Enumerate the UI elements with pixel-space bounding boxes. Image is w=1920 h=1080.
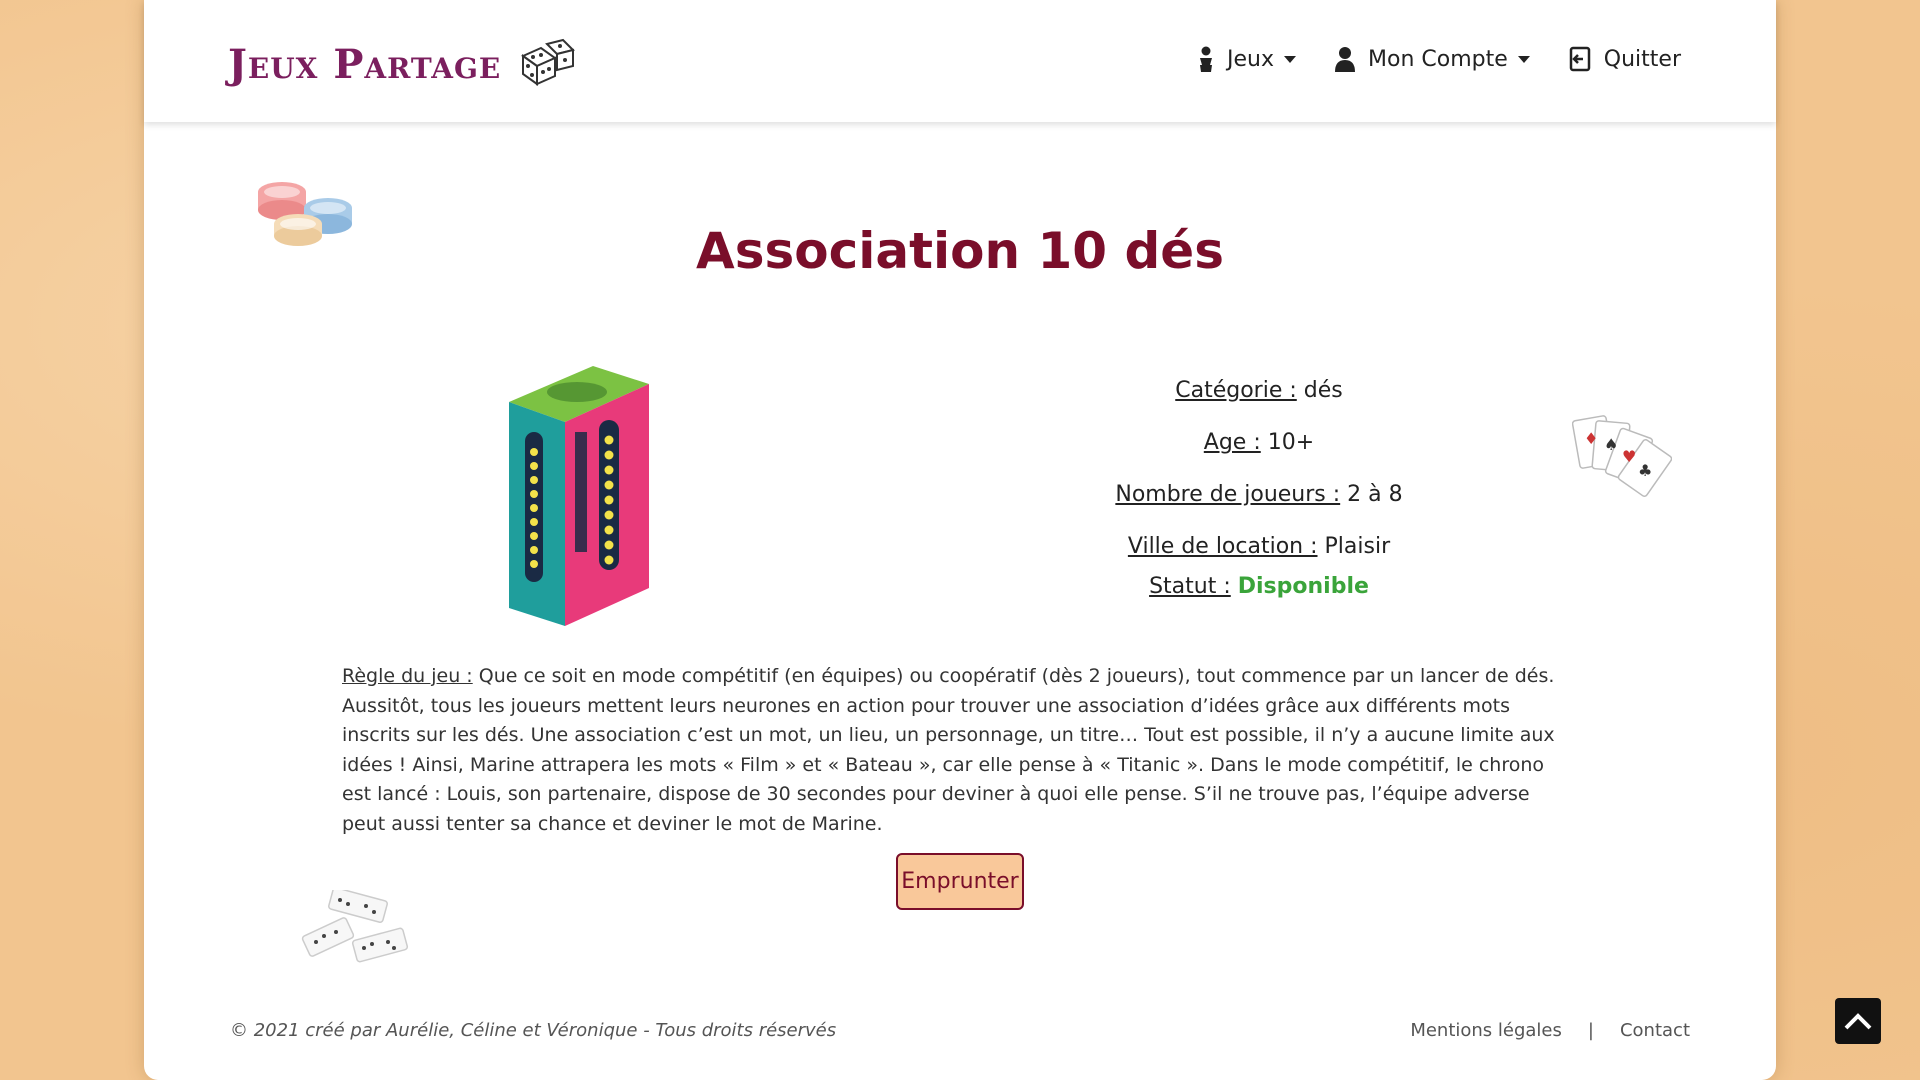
rules-label: Règle du jeu : (342, 665, 473, 687)
svg-text:♦: ♦ (1584, 429, 1598, 448)
category-row: Catégorie : dés (1044, 378, 1474, 403)
nav-account-dropdown[interactable]: Mon Compte (1334, 46, 1530, 72)
status-label: Statut : (1149, 574, 1231, 599)
city-row: Ville de location : Plaisir (1044, 534, 1474, 559)
players-value: 2 à 8 (1347, 482, 1403, 507)
logo-text: Jeux Partage (228, 40, 502, 88)
chevron-down-icon (1517, 55, 1530, 63)
rules-text: Que ce soit en mode compétitif (en équip… (342, 665, 1555, 835)
game-rules: Règle du jeu : Que ce soit en mode compé… (342, 662, 1574, 839)
game-title: Association 10 dés (696, 222, 1224, 280)
dice-icon (519, 38, 576, 90)
dominoes-decoration (301, 890, 409, 963)
borrow-button[interactable]: Emprunter (896, 853, 1024, 910)
user-icon (1200, 46, 1213, 72)
back-to-top-button[interactable] (1835, 998, 1881, 1044)
status-row: Statut : Disponible (1044, 574, 1474, 599)
footer-links: Mentions légales | Contact (1410, 1020, 1690, 1041)
status-badge: Disponible (1237, 574, 1369, 599)
svg-text:♥: ♥ (1622, 447, 1636, 466)
footer-copyright: © 2021 créé par Aurélie, Céline et Véron… (230, 1020, 837, 1041)
age-row: Age : 10+ (1044, 430, 1474, 455)
site-logo[interactable]: Jeux Partage (228, 38, 576, 90)
user-icon (1335, 47, 1356, 72)
main-card: Jeux Partage Jeux Mon Compte Quitter ♦ ♠… (144, 0, 1776, 1080)
players-label: Nombre de joueurs : (1115, 482, 1341, 507)
top-navbar: Jeux Partage Jeux Mon Compte Quitter (144, 0, 1776, 122)
nav-account-label: Mon Compte (1368, 46, 1508, 72)
contact-link[interactable]: Contact (1620, 1020, 1690, 1041)
sign-out-icon (1569, 46, 1591, 72)
svg-text:♠: ♠ (1604, 435, 1618, 454)
game-box-image (509, 366, 649, 626)
playing-cards-decoration: ♦ ♠ ♥ ♣ (1572, 415, 1672, 497)
svg-text:♣: ♣ (1638, 461, 1652, 480)
nav-logout-link[interactable]: Quitter (1568, 46, 1681, 72)
players-row: Nombre de joueurs : 2 à 8 (1044, 482, 1474, 507)
city-value: Plaisir (1324, 534, 1391, 559)
nav-logout-label: Quitter (1603, 46, 1681, 72)
footer-separator: | (1587, 1020, 1594, 1041)
age-value: 10+ (1267, 430, 1315, 455)
age-label: Age : (1203, 430, 1261, 455)
nav-games-label: Jeux (1227, 46, 1275, 72)
main-nav: Jeux Mon Compte Quitter (1159, 46, 1681, 72)
category-value: dés (1303, 378, 1343, 403)
chevron-down-icon (1284, 55, 1297, 63)
city-label: Ville de location : (1127, 534, 1318, 559)
nav-games-dropdown[interactable]: Jeux (1197, 46, 1297, 72)
game-info-panel: Catégorie : dés Age : 10+ Nombre de joue… (1044, 378, 1474, 626)
legal-notice-link[interactable]: Mentions légales (1410, 1020, 1562, 1041)
chevron-up-icon (1844, 1013, 1872, 1030)
category-label: Catégorie : (1175, 378, 1297, 403)
